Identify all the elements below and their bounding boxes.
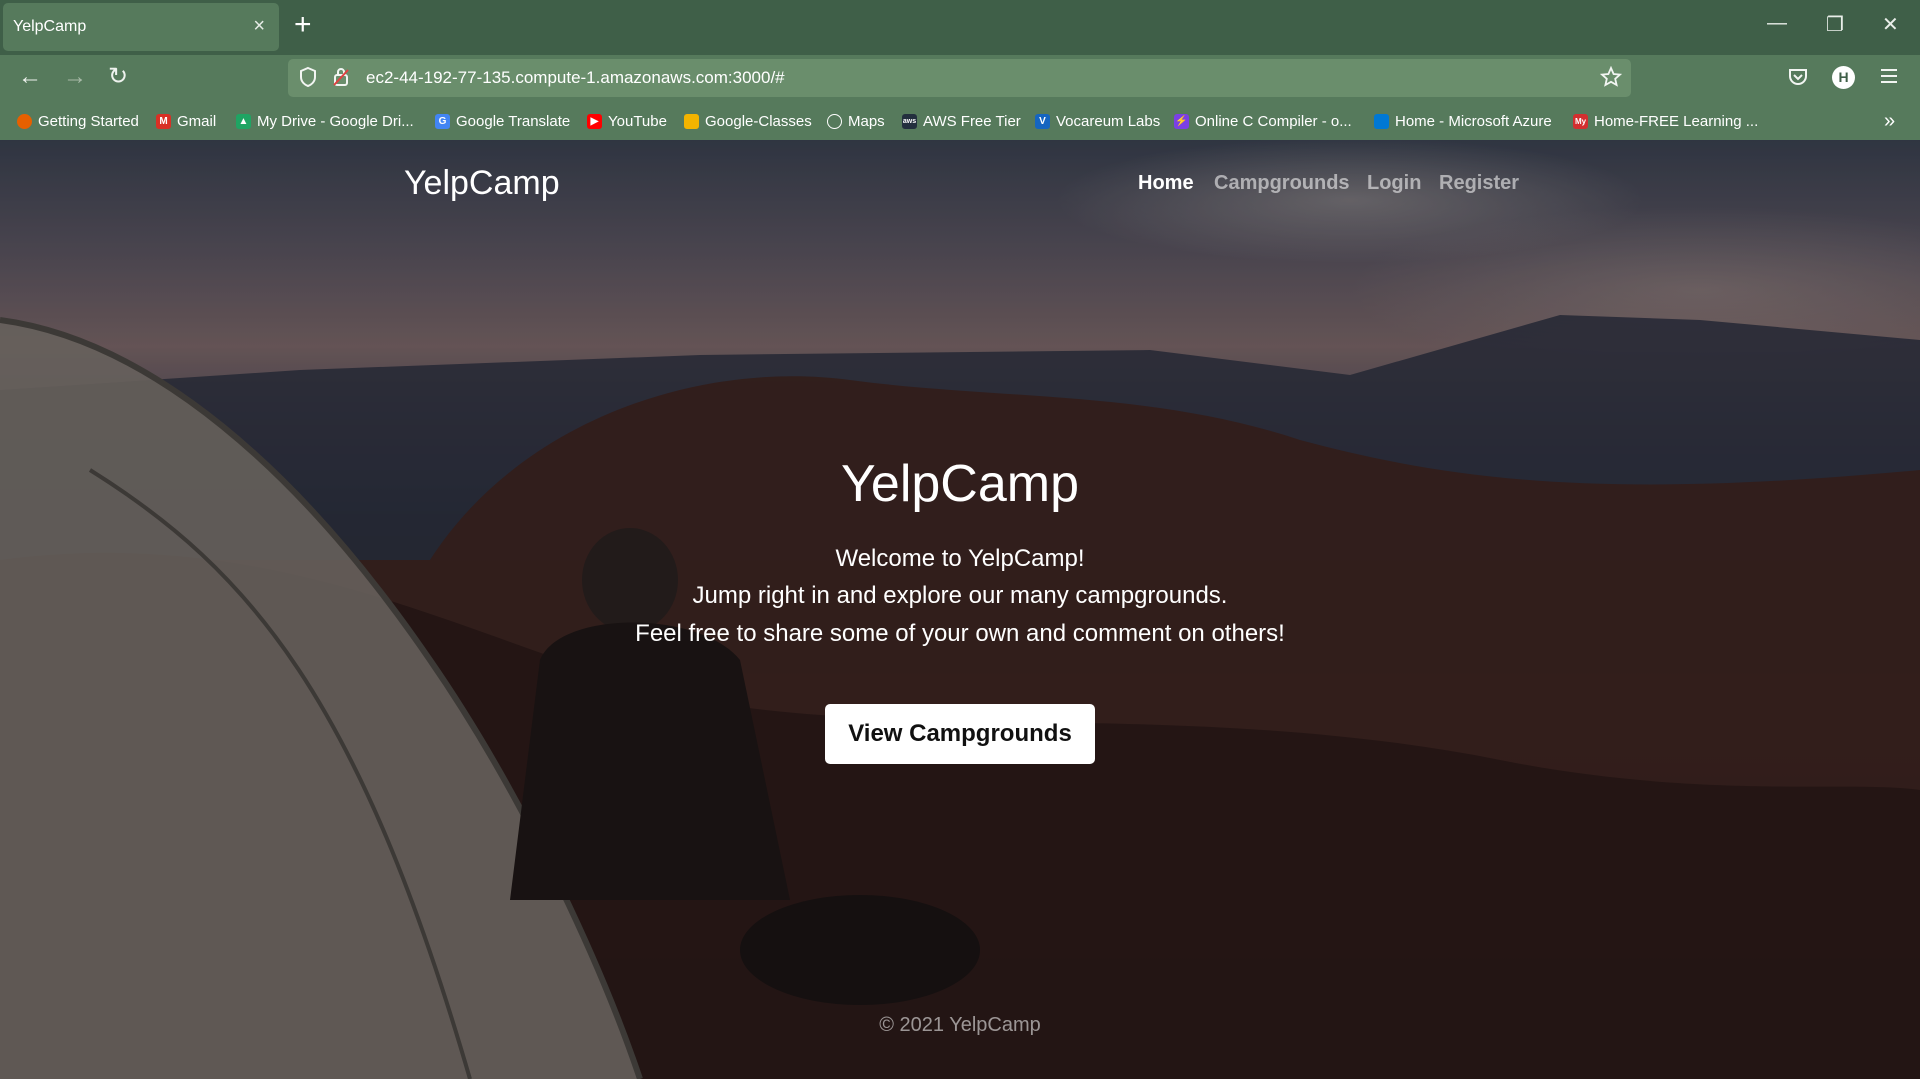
bookmark-microsoft-azure[interactable]: Home - Microsoft Azure [1374,113,1552,130]
reload-icon[interactable]: ↻ [108,63,128,91]
drive-icon: ▲ [236,114,251,129]
window-close-icon[interactable]: ✕ [1882,12,1899,37]
globe-icon [827,114,842,129]
site-brand[interactable]: YelpCamp [404,164,560,203]
bookmark-google-translate[interactable]: G Google Translate [435,113,570,130]
bookmark-star-icon[interactable] [1599,65,1623,94]
bookmark-label: YouTube [608,113,667,130]
browser-nav-bar: ← → ↻ ec2-44-192-77-135.compute-1.amazon… [0,55,1920,102]
minimize-icon[interactable]: — [1767,12,1787,35]
bookmark-google-classes[interactable]: Google-Classes [684,113,812,130]
footer-copyright: © 2021 YelpCamp [879,1014,1041,1036]
hero-explore-text: Jump right in and explore our many campg… [692,582,1228,609]
youtube-icon: ▶ [587,114,602,129]
bookmark-label: My Drive - Google Dri... [257,113,414,130]
firefox-icon [17,114,32,129]
aws-icon: aws [902,114,917,129]
bookmark-label: Home - Microsoft Azure [1395,113,1552,130]
bookmark-label: AWS Free Tier [923,113,1021,130]
bookmark-free-learning[interactable]: My Home-FREE Learning ... [1573,113,1758,130]
pocket-icon[interactable] [1787,66,1809,94]
bookmark-label: Google Translate [456,113,571,130]
forward-icon[interactable]: → [63,63,87,91]
bookmark-getting-started[interactable]: Getting Started [17,113,139,130]
nav-home-link[interactable]: Home [1138,172,1194,195]
bookmark-label: Online C Compiler - o... [1195,113,1352,130]
hero-welcome-text: Welcome to YelpCamp! [835,545,1085,572]
bookmark-youtube[interactable]: ▶ YouTube [587,113,667,130]
gmail-icon: M [156,114,171,129]
browser-tab-bar: YelpCamp × + — ❐ ✕ [0,0,1920,55]
bookmarks-bar: Getting Started M Gmail ▲ My Drive - Goo… [0,102,1920,140]
bookmark-maps[interactable]: Maps [827,113,885,130]
url-bar[interactable]: ec2-44-192-77-135.compute-1.amazonaws.co… [288,59,1631,97]
classroom-icon [684,114,699,129]
bookmark-vocareum-labs[interactable]: V Vocareum Labs [1035,113,1160,130]
bookmark-label: Vocareum Labs [1056,113,1161,130]
bookmark-my-drive[interactable]: ▲ My Drive - Google Dri... [236,113,414,130]
tab-close-icon[interactable]: × [253,15,265,38]
bookmark-label: Google-Classes [705,113,812,130]
nav-campgrounds-link[interactable]: Campgrounds [1214,172,1350,195]
bookmark-label: Home-FREE Learning ... [1594,113,1759,130]
bookmark-label: Gmail [177,113,217,130]
compiler-icon: ⚡ [1174,114,1189,129]
bookmark-label: Maps [848,113,885,130]
bookmark-aws-free-tier[interactable]: aws AWS Free Tier [902,113,1021,130]
bookmark-label: Getting Started [38,113,139,130]
hero-share-text: Feel free to share some of your own and … [635,620,1285,647]
restore-icon[interactable]: ❐ [1826,12,1844,37]
lock-insecure-icon[interactable] [332,66,350,94]
vocareum-icon: V [1035,114,1050,129]
hero-title: YelpCamp [840,455,1079,513]
menu-icon[interactable] [1879,66,1899,92]
translate-icon: G [435,114,450,129]
learning-icon: My [1573,114,1588,129]
new-tab-icon[interactable]: + [294,10,312,40]
url-text[interactable]: ec2-44-192-77-135.compute-1.amazonaws.co… [366,68,785,88]
account-avatar[interactable]: H [1832,66,1855,89]
bookmarks-overflow-icon[interactable]: » [1884,110,1895,133]
azure-icon [1374,114,1389,129]
back-icon[interactable]: ← [18,63,42,91]
hero-background: YelpCamp Home Campgrounds Login Register… [0,140,1920,1079]
tab-title: YelpCamp [13,18,87,35]
view-campgrounds-button[interactable]: View Campgrounds [825,704,1095,764]
bookmark-gmail[interactable]: M Gmail [156,113,216,130]
nav-register-link[interactable]: Register [1439,172,1519,195]
shield-icon[interactable] [298,66,318,94]
browser-tab[interactable]: YelpCamp × [3,3,279,51]
nav-login-link[interactable]: Login [1367,172,1421,195]
bookmark-online-c-compiler[interactable]: ⚡ Online C Compiler - o... [1174,113,1352,130]
